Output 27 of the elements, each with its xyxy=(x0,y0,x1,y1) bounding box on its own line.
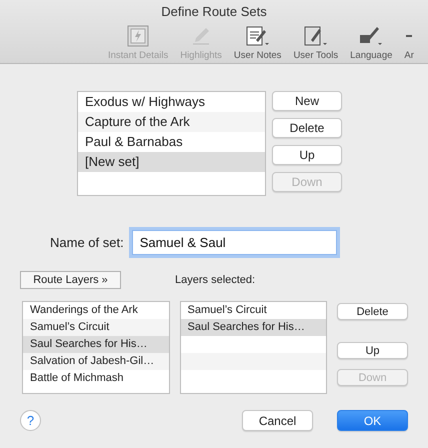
list-item[interactable]: [New set] xyxy=(78,152,265,172)
field-label: Name of set: xyxy=(50,235,124,250)
cancel-button[interactable]: Cancel xyxy=(242,410,313,431)
toolbar-button[interactable]: Language xyxy=(348,25,394,61)
list-item[interactable]: Capture of the Ark xyxy=(78,112,265,132)
list-item[interactable]: Saul Searches for His… xyxy=(180,319,326,336)
route-layers-button[interactable]: Route Layers » xyxy=(20,271,121,289)
help-button[interactable]: ? xyxy=(20,410,41,431)
toolbar-button[interactable]: User Tools xyxy=(291,25,340,61)
list-action-button[interactable]: New xyxy=(272,91,342,111)
list-item[interactable]: Samuel’s Circuit xyxy=(23,319,168,336)
pencil-icon xyxy=(304,25,328,47)
list-action-button[interactable]: Delete xyxy=(337,303,408,320)
list-action-button[interactable]: Delete xyxy=(272,118,342,138)
section-label: Layers selected: xyxy=(175,274,256,286)
ok-button[interactable]: OK xyxy=(337,410,408,431)
toolbar-button[interactable]: User Notes xyxy=(232,25,284,61)
list-item[interactable]: Saul Searches for His… xyxy=(23,336,168,353)
list-action-button[interactable]: Up xyxy=(337,342,408,359)
list-action-button[interactable]: Up xyxy=(272,145,342,165)
notepad-icon xyxy=(246,25,270,47)
window-title: Define Route Sets xyxy=(161,4,267,21)
toolbar-button[interactable]: Ar xyxy=(402,25,416,61)
list-item[interactable]: Salvation of Jabesh-Gil… xyxy=(23,353,168,370)
name-field[interactable]: Samuel & Saul xyxy=(132,230,337,255)
quill-icon xyxy=(359,25,384,47)
lightning-icon xyxy=(127,25,150,47)
